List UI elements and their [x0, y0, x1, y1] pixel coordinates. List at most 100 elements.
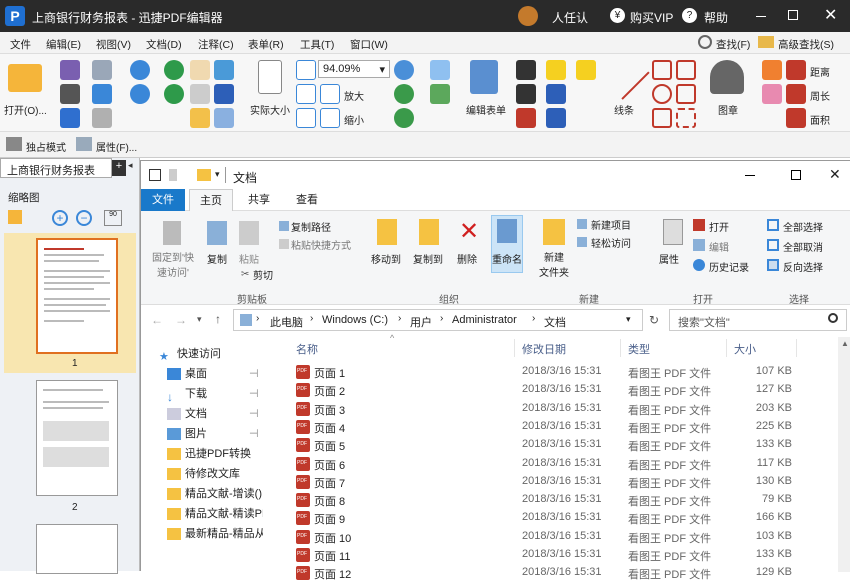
menu-form[interactable]: 表单(R) [248, 37, 284, 52]
cut-button[interactable]: 剪切 [253, 267, 273, 282]
minimize-icon[interactable] [756, 16, 766, 17]
nav-desktop[interactable]: 桌面 ⊣ [167, 365, 259, 383]
save-icon[interactable] [60, 60, 80, 80]
close-icon[interactable]: ✕ [824, 5, 837, 25]
text-tool-icon[interactable] [214, 84, 234, 104]
arrow-tool-icon[interactable] [652, 60, 672, 80]
scan-icon[interactable] [92, 84, 112, 104]
perimeter-icon[interactable] [786, 84, 806, 104]
copy-to-button[interactable]: 复制到 [413, 251, 443, 266]
select-all-icon[interactable] [767, 219, 779, 231]
table-row[interactable]: 页面 10 2018/3/16 15:31 看图王 PDF 文件 103 KB [266, 528, 826, 546]
new-item-icon[interactable] [577, 219, 587, 229]
rectangle-tool-icon[interactable] [652, 108, 672, 128]
back-icon[interactable] [164, 60, 184, 80]
zoom-out-label[interactable]: 缩小 [344, 112, 364, 127]
forward-icon[interactable]: → [175, 313, 187, 327]
select-none-button[interactable]: 全部取消 [783, 239, 823, 254]
zoom-tool-icon[interactable] [190, 108, 210, 128]
open-folder-icon[interactable] [8, 64, 42, 92]
distance-icon[interactable] [786, 60, 806, 80]
fit-width-icon[interactable] [296, 60, 316, 80]
folder-icon[interactable] [197, 169, 211, 181]
properties-quick-icon[interactable] [149, 169, 161, 181]
zoom-in-page-icon[interactable] [320, 84, 340, 104]
back-icon[interactable]: ← [151, 313, 163, 327]
recent-chevron-icon[interactable]: ▾ [197, 314, 202, 325]
table-row[interactable]: 页面 2 2018/3/16 15:31 看图王 PDF 文件 127 KB [266, 381, 826, 399]
cloud-tool-icon[interactable] [676, 108, 696, 128]
area-label[interactable]: 面积 [810, 112, 830, 127]
select-none-icon[interactable] [767, 239, 779, 251]
edit-button[interactable]: 编辑 [709, 239, 729, 254]
rotate-left-icon[interactable] [394, 84, 414, 104]
line-label[interactable]: 线条 [614, 102, 634, 117]
invert-selection-button[interactable]: 反向选择 [783, 259, 823, 274]
new-item-button[interactable]: 新建项目 [591, 217, 631, 232]
column-name[interactable]: 名称 [296, 341, 318, 357]
search-icon[interactable] [828, 313, 838, 323]
copy-to-icon[interactable] [419, 219, 439, 245]
breadcrumb-this-pc[interactable]: 此电脑 [270, 314, 303, 330]
rotate-thumb-icon[interactable]: 90 [104, 210, 122, 226]
column-type[interactable]: 类型 [628, 341, 650, 357]
forward-icon[interactable] [164, 84, 184, 104]
table-row[interactable]: 页面 1 2018/3/16 15:31 看图王 PDF 文件 107 KB [266, 363, 826, 381]
refresh-icon[interactable]: ↻ [649, 313, 659, 327]
open-file-button[interactable]: 打开 [709, 219, 729, 234]
column-date[interactable]: 修改日期 [522, 341, 566, 357]
insert-page-icon[interactable] [430, 84, 450, 104]
pencil-icon[interactable] [762, 60, 782, 80]
table-row[interactable]: 页面 6 2018/3/16 15:31 看图王 PDF 文件 117 KB [266, 455, 826, 473]
new-tab-icon[interactable]: + [112, 160, 126, 176]
address-bar[interactable]: › 此电脑 › Windows (C:) › 用户 › Administrato… [233, 309, 643, 331]
table-row[interactable]: 页面 4 2018/3/16 15:31 看图王 PDF 文件 225 KB [266, 418, 826, 436]
select-all-button[interactable]: 全部选择 [783, 219, 823, 234]
move-to-button[interactable]: 移动到 [371, 251, 401, 266]
pin-icon[interactable] [163, 221, 181, 245]
area-icon[interactable] [786, 108, 806, 128]
cut-icon[interactable]: ✂ [241, 269, 251, 280]
note-icon[interactable] [576, 60, 596, 80]
properties-button[interactable]: 属性 [659, 251, 679, 266]
menu-tools[interactable]: 工具(T) [300, 37, 334, 52]
arrow-icon[interactable] [60, 108, 80, 128]
exclusive-mode-button[interactable]: 独占模式 [26, 139, 66, 154]
menu-view[interactable]: 视图(V) [96, 37, 131, 52]
thumbnail-options-icon[interactable] [8, 210, 22, 224]
invert-select-icon[interactable] [767, 259, 779, 271]
new-folder-button[interactable]: 新建 文件夹 [535, 249, 573, 279]
thumbnail-page-1[interactable] [36, 238, 118, 354]
history-button[interactable]: 历史记录 [709, 259, 749, 274]
paste-button[interactable]: 粘贴 [233, 251, 265, 266]
sound-icon[interactable] [546, 108, 566, 128]
up-icon[interactable]: ↑ [215, 312, 221, 326]
search-input[interactable]: 搜索"文档" [678, 314, 730, 330]
cursor-icon[interactable] [92, 108, 112, 128]
callout-icon[interactable] [516, 108, 536, 128]
table-row[interactable]: 页面 5 2018/3/16 15:31 看图王 PDF 文件 133 KB [266, 436, 826, 454]
edit-form-label[interactable]: 编辑表单 [466, 102, 506, 117]
column-size[interactable]: 大小 [734, 341, 756, 357]
actual-size-label[interactable]: 实际大小 [250, 102, 290, 117]
delete-icon[interactable]: ✕ [459, 219, 479, 245]
thumb-zoom-in-icon[interactable]: + [52, 210, 68, 226]
paste-shortcut-button[interactable]: 粘贴快捷方式 [291, 237, 351, 252]
fit-visible-icon[interactable] [296, 108, 316, 128]
breadcrumb-users[interactable]: 用户 [410, 314, 432, 330]
distance-label[interactable]: 距离 [810, 64, 830, 79]
breadcrumb-drive[interactable]: Windows (C:) [322, 314, 388, 326]
easy-access-icon[interactable] [577, 237, 587, 247]
email-icon[interactable] [92, 60, 112, 80]
explorer-maximize-icon[interactable] [791, 170, 801, 180]
tab-scroll-icon[interactable]: ◂ [128, 160, 138, 176]
stamp-icon[interactable] [710, 60, 744, 94]
redo-icon[interactable] [130, 84, 150, 104]
table-row[interactable]: 页面 3 2018/3/16 15:31 看图王 PDF 文件 203 KB [266, 400, 826, 418]
nav-folder-4[interactable]: 精品文献-精读PD [167, 505, 263, 523]
open-button-label[interactable]: 打开(O)... [4, 102, 47, 117]
copy-icon[interactable] [207, 221, 227, 245]
zoom-out-page-icon[interactable] [320, 108, 340, 128]
nav-folder-5[interactable]: 最新精品-精品从 [167, 525, 263, 543]
breadcrumb-documents[interactable]: 文档 [544, 314, 566, 330]
